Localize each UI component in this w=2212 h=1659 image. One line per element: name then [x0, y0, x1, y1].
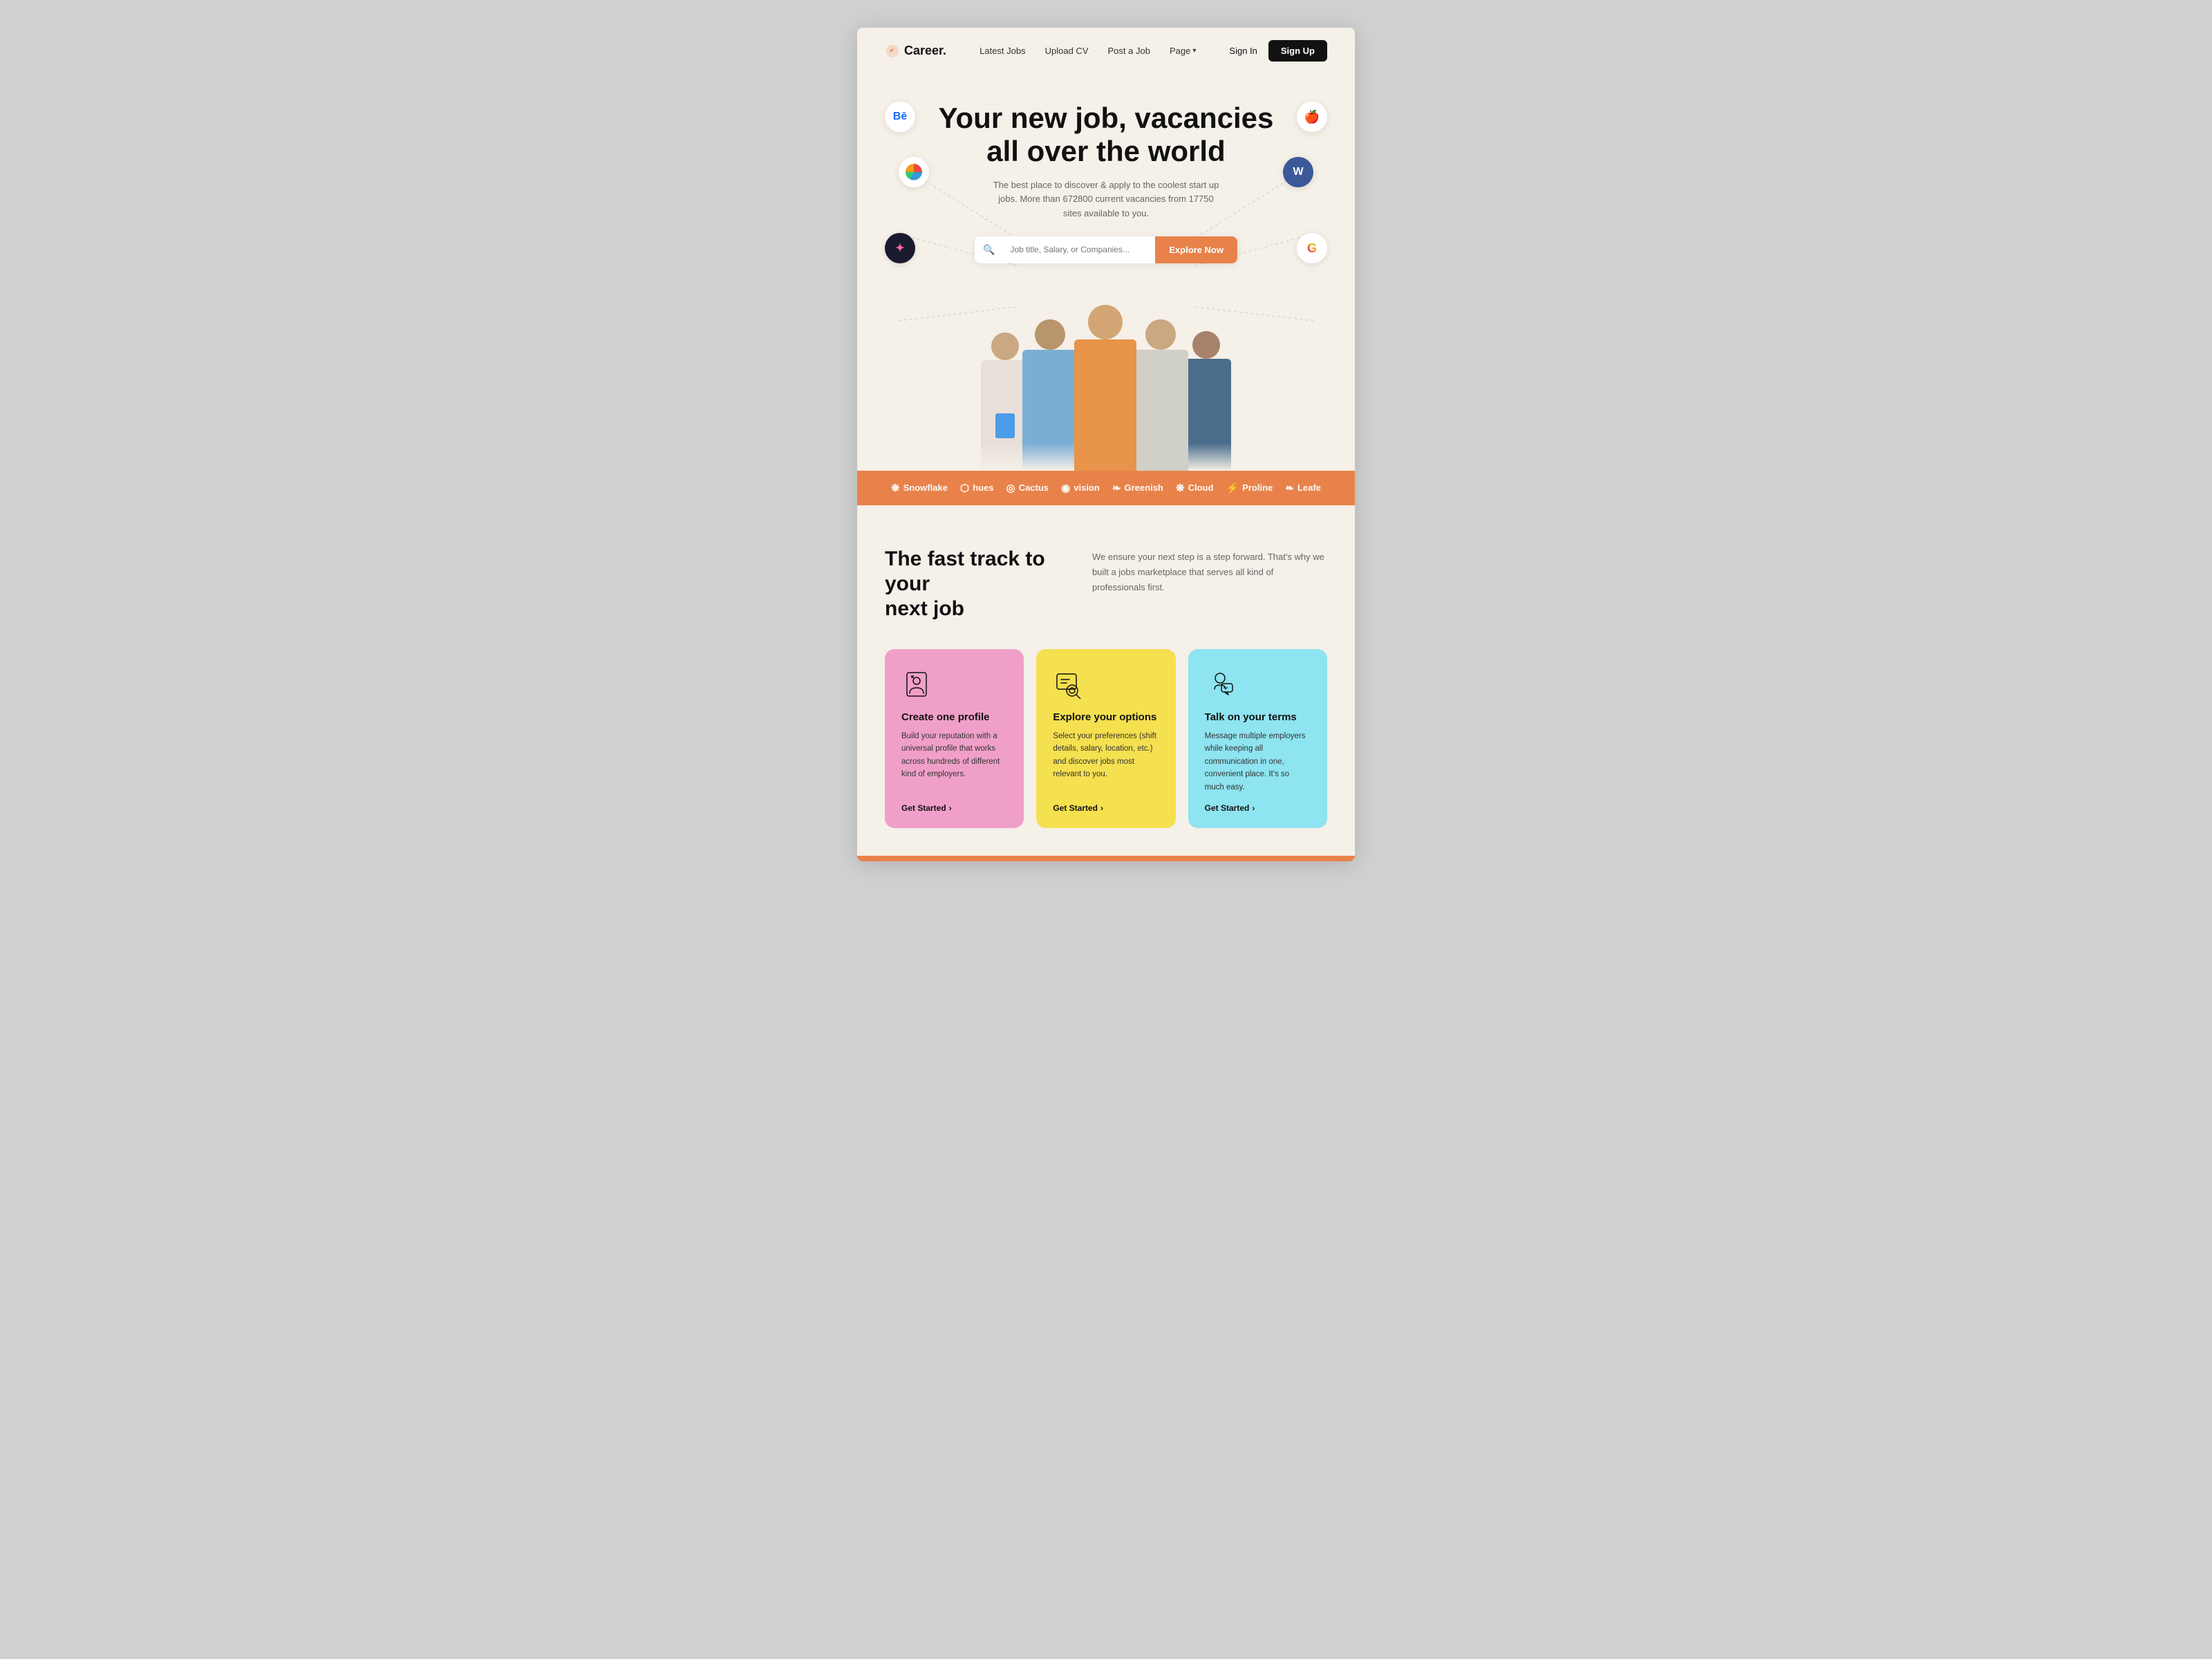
features-desc: We ensure your next step is a step forwa… — [1092, 547, 1327, 595]
hero-headline: Your new job, vacancies all over the wor… — [885, 102, 1327, 169]
bottom-strip — [857, 856, 1355, 861]
logo-icon — [885, 44, 900, 59]
nav-upload-cv[interactable]: Upload CV — [1045, 46, 1089, 56]
greenish-icon: ❧ — [1112, 482, 1121, 494]
signup-button[interactable]: Sign Up — [1268, 40, 1327, 62]
card-desc-explore: Select your preferences (shift details, … — [1053, 730, 1159, 794]
explore-svg — [1053, 668, 1083, 699]
brand-greenish: ❧ Greenish — [1112, 482, 1163, 494]
explore-button[interactable]: Explore Now — [1155, 236, 1237, 263]
nav-links: Latest Jobs Upload CV Post a Job Page — [980, 45, 1196, 57]
card-cta-explore[interactable]: Get Started — [1053, 803, 1103, 813]
profile-icon — [901, 668, 932, 699]
card-cta-profile[interactable]: Get Started — [901, 803, 952, 813]
feature-card-explore: Explore your options Select your prefere… — [1036, 649, 1175, 828]
features-header: The fast track to your next job We ensur… — [885, 547, 1327, 621]
feature-card-profile: Create one profile Build your reputation… — [885, 649, 1024, 828]
explore-icon — [1053, 668, 1083, 699]
cactus-icon: ◎ — [1006, 482, 1015, 494]
brand-leafe: ❧ Leafe — [1285, 482, 1321, 494]
proline-icon: ⚡ — [1226, 482, 1239, 494]
nav-post-job[interactable]: Post a Job — [1108, 46, 1150, 56]
feature-card-chat: Talk on your terms Message multiple empl… — [1188, 649, 1327, 828]
brand-vision: ◉ vision — [1061, 482, 1100, 494]
features-section: The fast track to your next job We ensur… — [857, 505, 1355, 856]
page-wrapper: Career. Latest Jobs Upload CV Post a Job… — [857, 28, 1355, 861]
vision-icon: ◉ — [1061, 482, 1070, 494]
chat-svg — [1205, 668, 1235, 699]
features-cards: Create one profile Build your reputation… — [885, 649, 1327, 828]
float-google: G — [1297, 233, 1327, 263]
card-desc-chat: Message multiple employers while keeping… — [1205, 730, 1311, 794]
brand-cactus: ◎ Cactus — [1006, 482, 1049, 494]
card-title-profile: Create one profile — [901, 711, 990, 723]
hero-subtext: The best place to discover & apply to th… — [988, 178, 1224, 221]
brand-hues: ⬡ hues — [960, 482, 993, 494]
card-title-chat: Talk on your terms — [1205, 711, 1297, 723]
snowflake-icon: ❋ — [891, 482, 900, 494]
cloud-icon: ❋ — [1176, 482, 1185, 494]
search-input[interactable] — [1000, 236, 1155, 263]
navbar: Career. Latest Jobs Upload CV Post a Job… — [857, 28, 1355, 74]
logo[interactable]: Career. — [885, 44, 946, 59]
hues-icon: ⬡ — [960, 482, 969, 494]
signin-button[interactable]: Sign In — [1229, 46, 1257, 56]
float-behance2: ✦ — [885, 233, 915, 263]
card-title-explore: Explore your options — [1053, 711, 1156, 723]
brand-cloud: ❋ Cloud — [1176, 482, 1213, 494]
brands-bar: ❋ Snowflake ⬡ hues ◎ Cactus ◉ vision ❧ G… — [857, 471, 1355, 505]
nav-page[interactable]: Page — [1170, 46, 1196, 56]
card-cta-chat[interactable]: Get Started — [1205, 803, 1255, 813]
brand-proline: ⚡ Proline — [1226, 482, 1273, 494]
hero-people: UI/UX Designer Developer Marketer — [885, 284, 1327, 471]
search-bar: 🔍 Explore Now — [975, 236, 1237, 263]
search-icon: 🔍 — [975, 244, 1000, 256]
brand-snowflake: ❋ Snowflake — [891, 482, 948, 494]
nav-latest-jobs[interactable]: Latest Jobs — [980, 46, 1026, 56]
card-desc-profile: Build your reputation with a universal p… — [901, 730, 1007, 794]
nav-actions: Sign In Sign Up — [1229, 40, 1327, 62]
hero-section: Bē 🍎 W ✦ G Your new job, vacancies all o… — [857, 74, 1355, 471]
profile-svg — [901, 668, 932, 699]
leafe-icon: ❧ — [1285, 482, 1294, 494]
chat-icon — [1205, 668, 1235, 699]
features-title: The fast track to your next job — [885, 547, 1065, 621]
